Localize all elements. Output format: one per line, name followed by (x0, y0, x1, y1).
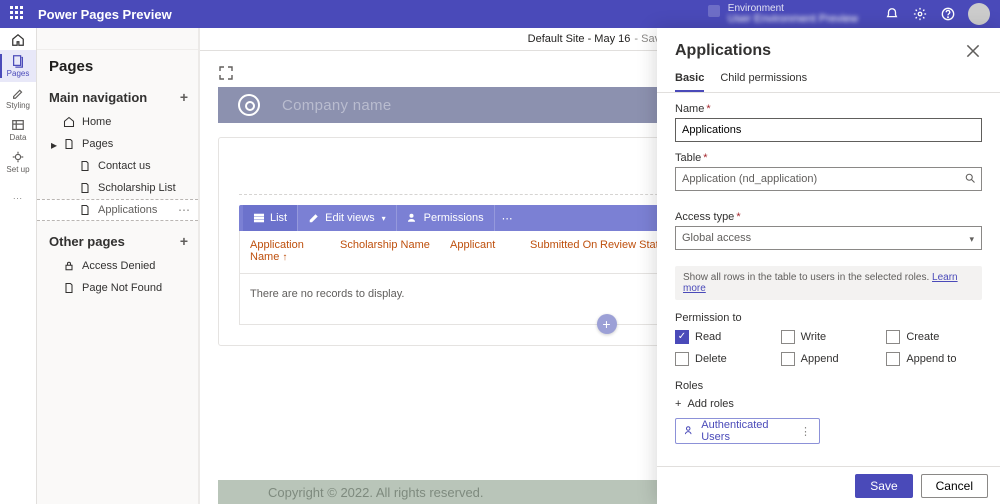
access-type-select[interactable] (675, 226, 982, 250)
rail-label: Set up (6, 165, 29, 174)
panel-title: Applications (675, 42, 771, 60)
help-icon[interactable] (934, 0, 962, 28)
permissions-grid: Read Write Create Delete Append Append t… (675, 330, 982, 366)
tree-item-overflow-icon[interactable]: ⋯ (178, 203, 190, 217)
name-label: Name* (675, 103, 982, 115)
pages-nav-panel: Pages Main navigation + Home ▸ Pages Con… (37, 28, 200, 504)
page-icon (79, 182, 91, 194)
tree-item-not-found[interactable]: Page Not Found (37, 277, 198, 299)
tree-item-access-denied[interactable]: Access Denied (37, 255, 198, 277)
user-avatar[interactable] (968, 3, 990, 25)
rail-label: Data (10, 133, 27, 142)
app-launcher-icon[interactable] (10, 6, 26, 22)
tree-item-pages[interactable]: Pages (37, 133, 198, 155)
tree-item-scholarship[interactable]: Scholarship List (37, 177, 198, 199)
toolbar-list-button[interactable]: List (243, 205, 297, 231)
add-other-page-icon[interactable]: + (180, 233, 188, 249)
access-type-label: Access type* (675, 211, 982, 223)
page-icon (63, 138, 75, 150)
table-lookup[interactable] (675, 167, 982, 191)
checkbox-icon[interactable] (886, 330, 900, 344)
table-label: Table* (675, 152, 982, 164)
chevron-right-icon[interactable]: ▸ (51, 138, 57, 152)
panel-footer: Save Cancel (657, 466, 1000, 504)
perm-appendto[interactable]: Append to (886, 352, 982, 366)
empty-state-text: There are no records to display. (250, 288, 404, 300)
add-section-icon[interactable]: + (597, 314, 617, 334)
home-icon (63, 116, 75, 128)
tab-child-permissions[interactable]: Child permissions (720, 72, 807, 92)
perm-create[interactable]: Create (886, 330, 982, 344)
checkbox-icon[interactable] (781, 330, 795, 344)
role-chip-authenticated-users[interactable]: Authenticated Users ⋮ (675, 418, 820, 444)
permission-to-label: Permission to (675, 312, 982, 324)
rail-item-data[interactable]: Data (0, 114, 36, 146)
top-bar: Power Pages Preview Environment User Env… (0, 0, 1000, 28)
save-button[interactable]: Save (855, 474, 912, 498)
left-rail: Pages Styling Data Set up ... (0, 28, 37, 504)
permissions-panel: Applications Basic Child permissions Nam… (657, 28, 1000, 504)
checkbox-icon[interactable] (886, 352, 900, 366)
perm-delete[interactable]: Delete (675, 352, 771, 366)
name-input[interactable] (675, 118, 982, 142)
environment-picker[interactable]: Environment User Environment Preview (708, 3, 858, 25)
environment-name: User Environment Preview (728, 14, 858, 25)
perm-write[interactable]: Write (781, 330, 877, 344)
search-icon[interactable] (964, 172, 976, 184)
access-type-hint: Show all rows in the table to users in t… (675, 266, 982, 300)
expand-canvas-icon[interactable] (218, 65, 234, 81)
rail-home-icon[interactable] (0, 30, 36, 50)
tree-item-applications[interactable]: Applications ⋯ (37, 199, 198, 221)
perm-read[interactable]: Read (675, 330, 771, 344)
rail-overflow-icon[interactable]: ... (0, 180, 36, 212)
rail-item-styling[interactable]: Styling (0, 82, 36, 114)
site-logo-icon[interactable] (238, 94, 260, 116)
toolbar-overflow-icon[interactable]: ⋯ (494, 205, 520, 231)
site-brand[interactable]: Company name (282, 97, 392, 114)
page-icon (63, 282, 75, 294)
col-scholarship-name[interactable]: Scholarship Name (340, 239, 450, 263)
rail-label: Pages (7, 69, 30, 78)
chevron-down-icon: ▾ (382, 214, 386, 223)
add-roles-button[interactable]: + Add roles (675, 398, 982, 410)
settings-gear-icon[interactable] (906, 0, 934, 28)
tab-basic[interactable]: Basic (675, 72, 704, 92)
perm-append[interactable]: Append (781, 352, 877, 366)
page-icon (79, 204, 91, 216)
sort-asc-icon: ↑ (282, 252, 287, 263)
checkbox-icon[interactable] (781, 352, 795, 366)
col-submitted-on[interactable]: Submitted On (530, 239, 600, 263)
nav-section-main: Main navigation + (37, 85, 198, 111)
rail-label: Styling (6, 101, 30, 110)
add-main-page-icon[interactable]: + (180, 89, 188, 105)
rail-item-pages[interactable]: Pages (0, 50, 36, 82)
rail-item-setup[interactable]: Set up (0, 146, 36, 178)
role-icon (684, 425, 695, 437)
cancel-button[interactable]: Cancel (921, 474, 988, 498)
toolbar-edit-views-button[interactable]: Edit views ▾ (297, 205, 396, 231)
checkbox-icon[interactable] (675, 330, 689, 344)
panel-tabs: Basic Child permissions (657, 60, 1000, 93)
lock-icon (63, 260, 75, 272)
tree-item-contact[interactable]: Contact us (37, 155, 198, 177)
nav-section-other: Other pages + (37, 229, 198, 255)
tree-item-home[interactable]: Home (37, 111, 198, 133)
page-icon (79, 160, 91, 172)
product-title: Power Pages Preview (38, 7, 172, 22)
checkbox-icon[interactable] (675, 352, 689, 366)
col-applicant[interactable]: Applicant (450, 239, 530, 263)
close-panel-icon[interactable] (964, 42, 982, 60)
notifications-icon[interactable] (878, 0, 906, 28)
site-title: Default Site - May 16 (528, 33, 631, 45)
roles-label: Roles (675, 380, 982, 392)
role-overflow-icon[interactable]: ⋮ (800, 425, 811, 438)
col-application-name[interactable]: Application Name↑ (250, 239, 340, 263)
plus-icon: + (675, 398, 681, 410)
toolbar-permissions-button[interactable]: Permissions (396, 205, 494, 231)
nav-panel-title: Pages (37, 50, 198, 85)
